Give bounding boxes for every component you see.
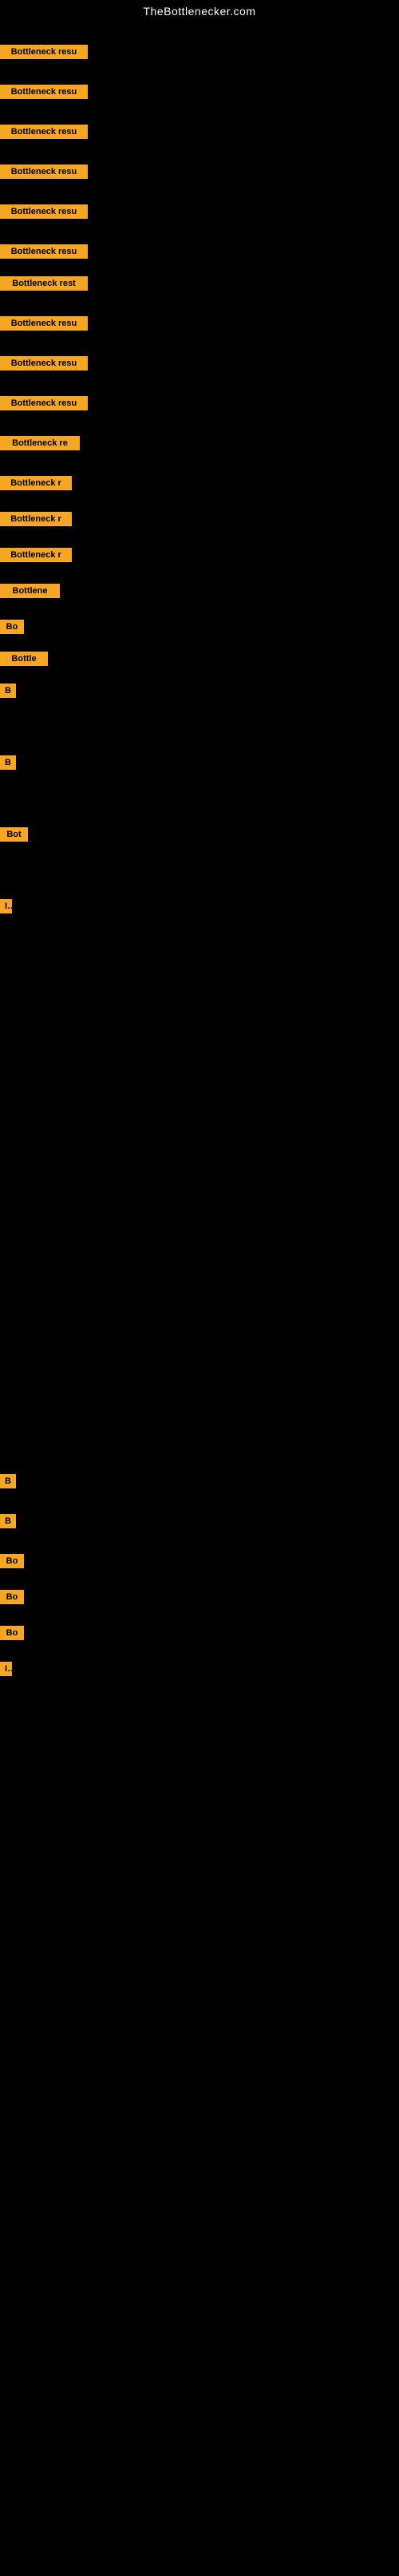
bottleneck-result-button[interactable]: Bottleneck resu (0, 244, 88, 259)
bottleneck-result-button[interactable]: Bottlene (0, 584, 60, 598)
bottleneck-result-button[interactable]: Bo (0, 620, 24, 634)
bottleneck-result-button[interactable]: Bottleneck resu (0, 316, 88, 331)
bottleneck-result-button[interactable]: Bottleneck resu (0, 45, 88, 59)
bottleneck-result-button[interactable]: Bottleneck resu (0, 396, 88, 410)
bottleneck-result-button[interactable]: B (0, 1514, 16, 1528)
bottleneck-result-button[interactable]: Bot (0, 827, 28, 842)
bottleneck-result-button[interactable]: Bottleneck resu (0, 85, 88, 99)
bottleneck-result-button[interactable]: Bo (0, 1590, 24, 1604)
bottleneck-result-button[interactable]: I (0, 1662, 12, 1676)
bottleneck-result-button[interactable]: Bottleneck resu (0, 125, 88, 139)
bottleneck-result-button[interactable]: I (0, 899, 12, 913)
bottleneck-result-button[interactable]: B (0, 1474, 16, 1488)
bottleneck-result-button[interactable]: Bottleneck re (0, 436, 80, 450)
bottleneck-result-button[interactable]: Bottleneck r (0, 548, 72, 562)
bottleneck-result-button[interactable]: B (0, 755, 16, 770)
bottleneck-result-button[interactable]: Bottleneck resu (0, 164, 88, 179)
bottleneck-result-button[interactable]: Bottleneck resu (0, 204, 88, 219)
bottleneck-result-button[interactable]: Bottleneck r (0, 512, 72, 526)
site-title: TheBottlenecker.com (0, 0, 399, 21)
bottleneck-result-button[interactable]: Bo (0, 1554, 24, 1568)
bottleneck-result-button[interactable]: Bottleneck rest (0, 276, 88, 291)
bottleneck-result-button[interactable]: Bottleneck r (0, 476, 72, 490)
bottleneck-result-button[interactable]: B (0, 684, 16, 698)
bottleneck-result-button[interactable]: Bo (0, 1626, 24, 1640)
bottleneck-result-button[interactable]: Bottleneck resu (0, 356, 88, 371)
bottleneck-result-button[interactable]: Bottle (0, 652, 48, 666)
